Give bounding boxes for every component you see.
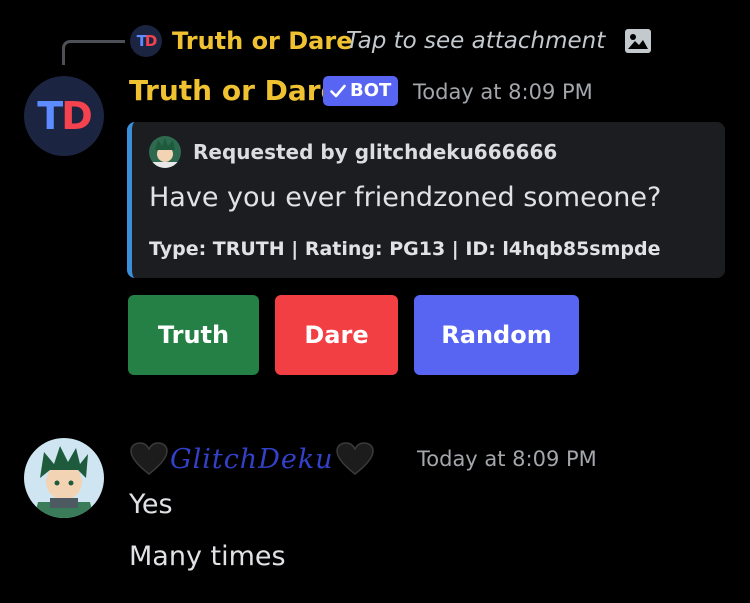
reply-preview-text[interactable]: Tap to see attachment: [346, 25, 605, 57]
reply-author-name[interactable]: Truth or Dare: [172, 25, 352, 57]
user-message-timestamp: Today at 8:09 PM: [417, 447, 597, 471]
bot-author-name[interactable]: Truth or Dare: [129, 72, 340, 110]
random-button[interactable]: Random: [414, 295, 579, 375]
message-line: Many times: [129, 541, 286, 572]
bot-badge-label: BOT: [350, 80, 392, 101]
dare-button[interactable]: Dare: [275, 295, 398, 375]
embed-author-name: Requested by glitchdeku666666: [193, 140, 558, 164]
bot-badge: BOT: [323, 76, 399, 106]
black-heart-icon: [335, 442, 374, 475]
user-avatar[interactable]: [24, 438, 104, 518]
embed-author: Requested by glitchdeku666666: [149, 136, 557, 168]
image-icon[interactable]: [624, 28, 652, 54]
checkmark-icon: [330, 84, 346, 98]
embed-description: Have you ever friendzoned someone?: [149, 182, 662, 213]
reply-connector: [62, 40, 125, 65]
message-line: Yes: [129, 489, 173, 520]
embed-footer: Type: TRUTH | Rating: PG13 | ID: l4hqb85…: [149, 238, 661, 260]
bot-avatar[interactable]: TD: [24, 76, 104, 156]
user-author-name[interactable]: GlitchDeku: [130, 439, 374, 479]
embed-author-avatar: [149, 136, 181, 168]
black-heart-icon: [130, 442, 168, 475]
embed-card: Requested by glitchdeku666666 Have you e…: [127, 122, 725, 278]
reply-avatar[interactable]: TD: [130, 25, 162, 57]
bot-message-timestamp: Today at 8:09 PM: [413, 80, 593, 104]
truth-button[interactable]: Truth: [128, 295, 259, 375]
user-name-text: GlitchDeku: [170, 443, 334, 475]
